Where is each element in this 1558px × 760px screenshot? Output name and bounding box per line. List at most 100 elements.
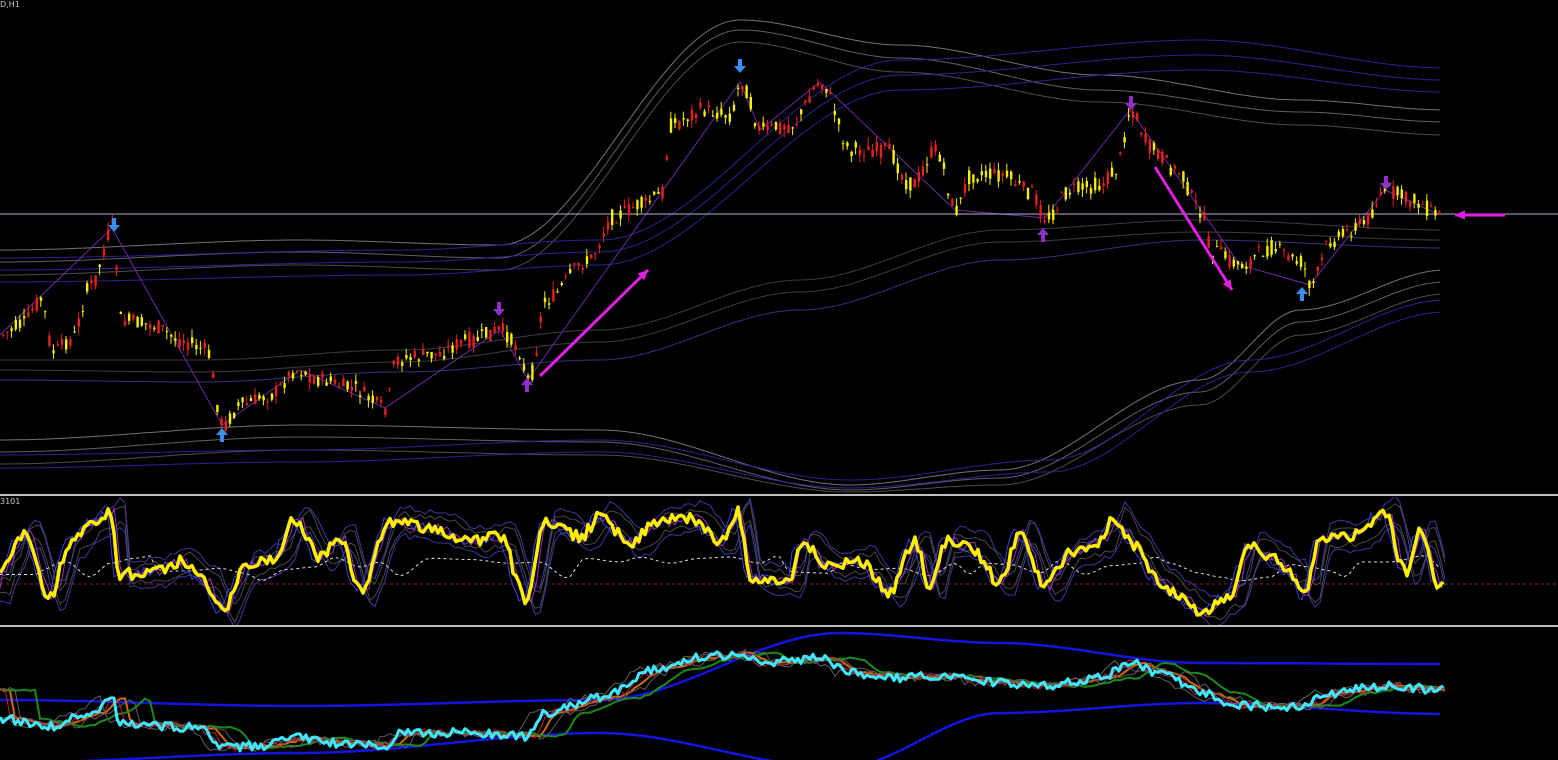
candle-body — [2, 334, 5, 336]
candle-body — [1194, 200, 1198, 202]
lower-indicator-chart[interactable] — [0, 628, 1558, 760]
candle-body — [23, 316, 26, 319]
candle-body — [1043, 220, 1046, 223]
candle-body — [989, 168, 992, 179]
candle-body — [493, 326, 496, 333]
candle-body — [1333, 241, 1336, 248]
candle-body — [73, 331, 76, 333]
candle-body — [627, 203, 631, 216]
candle-body — [665, 156, 668, 160]
candle-body — [518, 357, 521, 360]
symbol-period-label: D,H1 — [0, 0, 20, 9]
candle-body — [581, 268, 584, 270]
candle-body — [102, 248, 106, 256]
candle-body — [774, 121, 778, 130]
trend-arrow-icon — [1153, 166, 1234, 291]
candle-body — [367, 395, 370, 400]
candle-body — [787, 124, 790, 133]
candle-body — [1417, 203, 1420, 208]
candle-body — [329, 376, 332, 382]
candle-body — [825, 89, 828, 93]
candle-body — [716, 112, 719, 119]
candle-body — [837, 118, 841, 125]
candle-body — [1144, 133, 1147, 143]
candle-body — [791, 127, 794, 129]
candle-body — [728, 113, 731, 122]
candle-body — [1257, 246, 1261, 248]
candle-body — [1031, 186, 1034, 188]
candle-body — [884, 143, 887, 146]
candle-body — [1358, 218, 1361, 225]
pane-separator[interactable] — [0, 494, 1558, 496]
candle-body — [497, 326, 500, 330]
candle-body — [711, 115, 715, 117]
candle-body — [1060, 192, 1063, 194]
candle-body — [426, 351, 429, 354]
oscillator-chart[interactable] — [0, 497, 1558, 625]
candle-body — [695, 113, 698, 118]
candle-body — [1022, 181, 1025, 187]
candle-body — [531, 364, 534, 380]
arrow-up-icon — [1296, 287, 1308, 301]
candle-body — [161, 325, 164, 327]
lower-indicator-pane[interactable] — [0, 628, 1558, 760]
candle-body — [354, 381, 358, 384]
candle-body — [1173, 165, 1177, 169]
envelope-band — [0, 219, 1441, 361]
candle-body — [1178, 173, 1181, 175]
candle-body — [632, 207, 635, 208]
candle-body — [804, 100, 807, 103]
oscillator-pane[interactable]: 3101 — [0, 497, 1558, 625]
candle-body — [60, 339, 64, 345]
candle-body — [375, 396, 379, 401]
candle-body — [333, 379, 337, 384]
candle-body — [657, 191, 660, 194]
candle-body — [371, 395, 374, 403]
price-chart[interactable] — [0, 0, 1558, 494]
candle-body — [1018, 181, 1021, 183]
candle-body — [1337, 231, 1340, 237]
candle-body — [1434, 209, 1437, 216]
candle-body — [350, 386, 353, 391]
candle-body — [594, 253, 597, 255]
candle-body — [1039, 205, 1042, 217]
candle-body — [850, 151, 853, 157]
candle-body — [1224, 251, 1227, 259]
candle-body — [1304, 268, 1307, 270]
candle-body — [959, 197, 962, 199]
candle-body — [1396, 186, 1399, 195]
candle-body — [1207, 236, 1210, 248]
candle-body — [1098, 185, 1101, 190]
candle-body — [182, 340, 185, 344]
candle-body — [732, 104, 736, 111]
candle-body — [1136, 113, 1139, 121]
candle-body — [930, 146, 933, 158]
main-chart-pane[interactable]: D,H1 — [0, 0, 1558, 494]
candle-body — [1329, 243, 1332, 247]
candle-body — [1270, 240, 1273, 255]
candle-body — [707, 105, 710, 108]
candle-body — [1438, 211, 1441, 215]
candle-body — [291, 372, 295, 379]
candle-body — [858, 149, 862, 156]
candle-body — [947, 193, 950, 196]
candle-body — [1127, 115, 1130, 117]
candle-body — [296, 370, 299, 372]
candle-body — [275, 386, 278, 396]
candle-body — [308, 373, 311, 383]
candle-body — [455, 339, 458, 350]
oscillator-label: 3101 — [0, 497, 21, 506]
candle-body — [1266, 246, 1269, 257]
candle-body — [795, 123, 799, 125]
candle-body — [909, 177, 912, 191]
candle-body — [942, 162, 946, 169]
candle-body — [758, 125, 761, 131]
candle-body — [39, 297, 43, 301]
candle-body — [1362, 220, 1366, 225]
pane-separator[interactable] — [0, 625, 1558, 627]
lower-envelope-line — [0, 631, 1440, 708]
candle-body — [249, 398, 253, 401]
candle-body — [766, 125, 769, 131]
candle-body — [434, 353, 437, 356]
candle-body — [1131, 111, 1135, 118]
